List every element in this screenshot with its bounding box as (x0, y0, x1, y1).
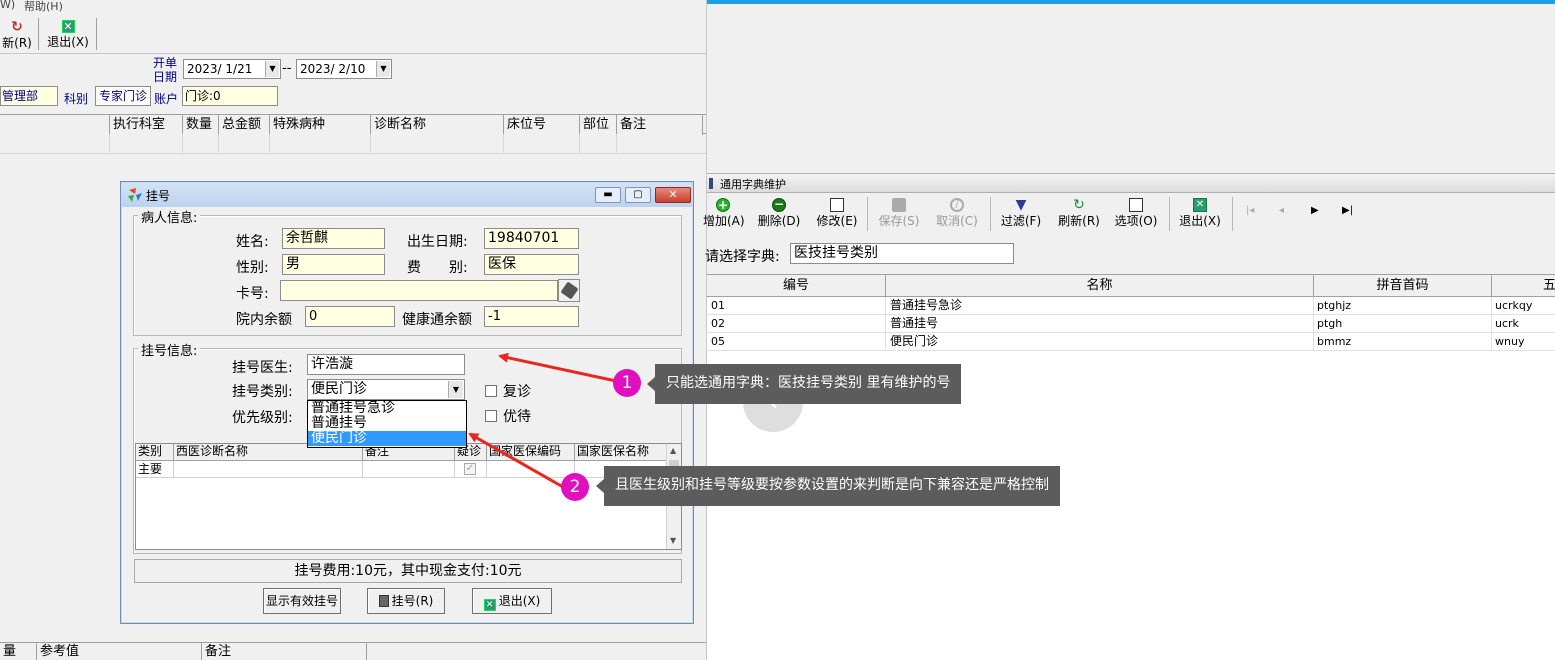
callout-pointer (647, 377, 655, 391)
annotation-callout-2: 且医生级别和挂号等级要按参数设置的来判断是向下兼容还是严格控制 (604, 466, 1060, 506)
annotation-marker-1: 1 (613, 369, 641, 397)
callout-pointer (596, 479, 604, 493)
annotation-callout-1: 只能选通用字典：医技挂号类别 里有维护的号 (655, 364, 962, 404)
annotation-text-1: 只能选通用字典：医技挂号类别 里有维护的号 (666, 375, 951, 391)
annotation-arrow-1 (498, 352, 617, 383)
annotation-arrows (468, 352, 617, 489)
annotation-text-2: 且医生级别和挂号等级要按参数设置的来判断是向下兼容还是严格控制 (615, 477, 1049, 493)
annotation-marker-2: 2 (561, 473, 589, 501)
annotation-arrow-2 (468, 432, 564, 489)
